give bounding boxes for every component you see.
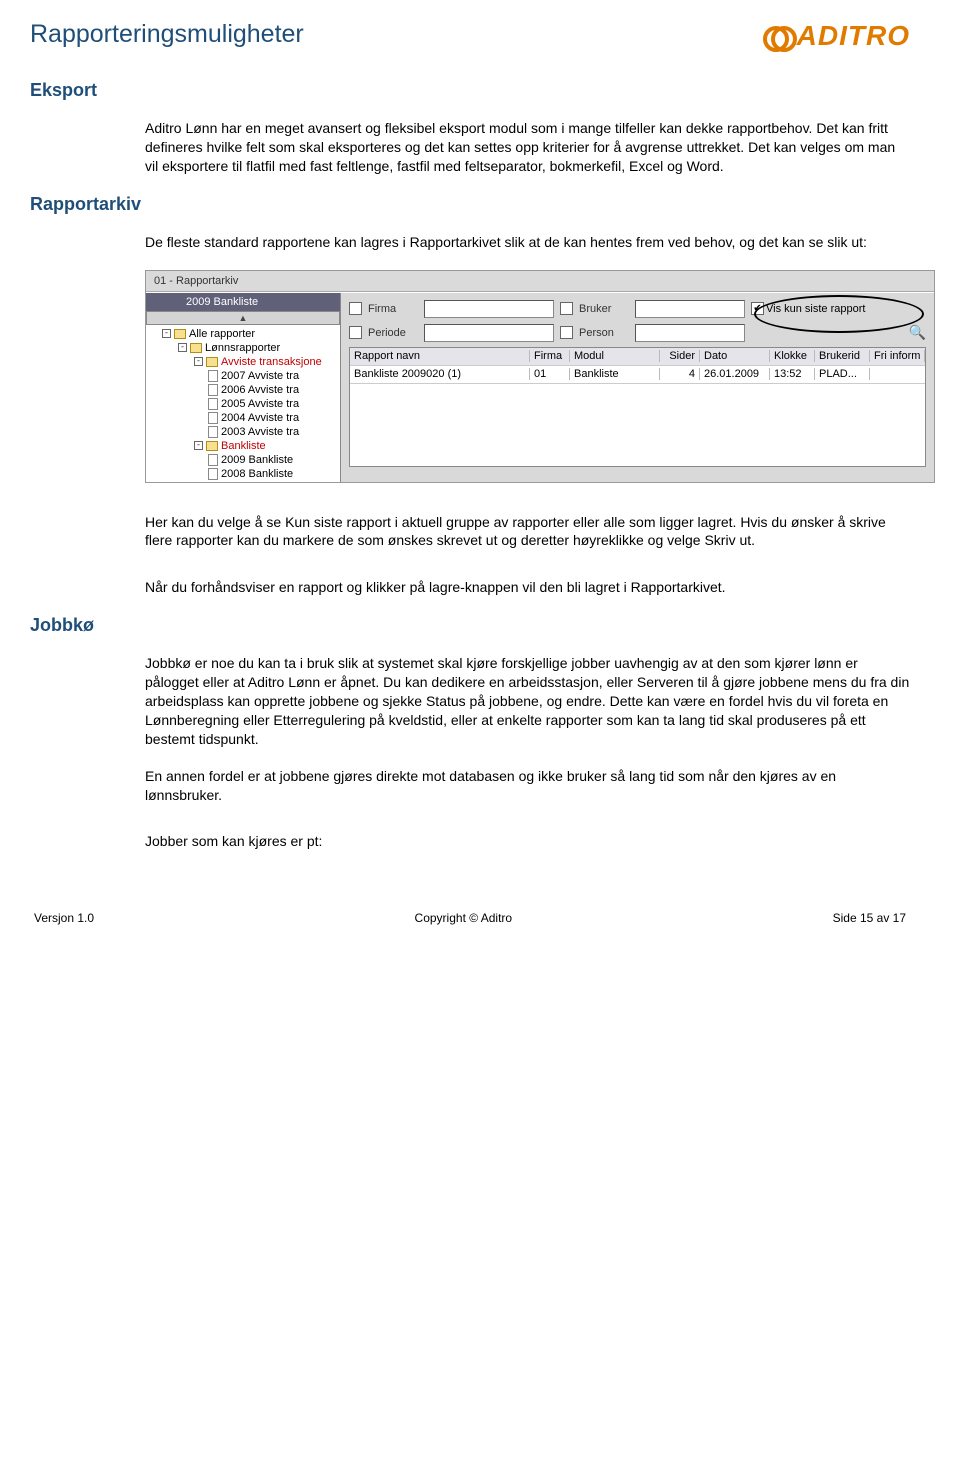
rapportarkiv-screenshot: 01 - Rapportarkiv 2009 Bankliste ▲ -Alle… [145,270,935,483]
heading-jobbko: Jobbkø [30,615,910,636]
document-icon [208,454,218,466]
heading-rapportarkiv: Rapportarkiv [30,194,910,215]
tree-node-label: 2005 Avviste tra [221,398,299,410]
tree-list: -Alle rapporter-Lønnsrapporter-Avviste t… [146,325,340,482]
periode-checkbox[interactable] [349,326,362,339]
col-klokke[interactable]: Klokke [770,350,815,362]
person-checkbox[interactable] [560,326,573,339]
logo-text: ADITRO [797,20,910,52]
bruker-input[interactable] [635,300,745,318]
document-icon [208,384,218,396]
cell-klokke: 13:52 [770,368,815,380]
folder-open-icon [174,329,186,339]
firma-label: Firma [368,303,418,315]
footer-copyright: Copyright © Aditro [415,911,513,925]
vis-kun-label: Vis kun siste rapport [766,303,865,315]
heading-eksport: Eksport [30,80,910,101]
jobbko-p2: En annen fordel er at jobbene gjøres dir… [145,767,910,805]
document-icon [208,398,218,410]
footer-page: Side 15 av 17 [833,911,906,925]
bruker-checkbox[interactable] [560,302,573,315]
search-icon[interactable]: 🔍 [909,324,926,341]
tree-node[interactable]: - Bankliste [150,439,340,453]
filter-row-1: Firma Bruker ✔ Vis kun siste rapport [349,299,926,319]
tree-node-label: 2004 Avviste tra [221,412,299,424]
rapportarkiv-after-1: Her kan du velge å se Kun siste rapport … [145,513,910,551]
tree-node[interactable]: - Lønnsrapporter [150,341,340,355]
rapportarkiv-intro: De fleste standard rapportene kan lagres… [145,233,910,252]
tree-node-label: Alle rapporter [189,328,255,340]
screenshot-body: 2009 Bankliste ▲ -Alle rapporter-Lønnsra… [146,292,934,482]
col-firma[interactable]: Firma [530,350,570,362]
tree-node[interactable]: 2003 Avviste tra [150,425,340,439]
document-icon [208,412,218,424]
jobbko-p3: Jobber som kan kjøres er pt: [145,832,910,851]
jobbko-p1: Jobbkø er noe du kan ta i bruk slik at s… [145,654,910,748]
tree-node[interactable]: 2009 Bankliste [150,453,340,467]
tree-node-label: Lønnsrapporter [205,342,280,354]
col-brukerid[interactable]: Brukerid [815,350,870,362]
cell-rapportnavn: Bankliste 2009020 (1) [350,368,530,380]
expand-toggle-icon[interactable]: - [162,329,171,338]
report-tree: 2009 Bankliste ▲ -Alle rapporter-Lønnsra… [146,293,341,482]
tree-node[interactable]: - Alle rapporter [150,327,340,341]
screenshot-titlebar: 01 - Rapportarkiv [146,271,934,292]
firma-input[interactable] [424,300,554,318]
tree-node-label: 2007 Avviste tra [221,370,299,382]
page-footer: Versjon 1.0 Copyright © Aditro Side 15 a… [30,911,910,925]
tree-node[interactable]: 2008 Bankliste [150,467,340,481]
aditro-logo: ADITRO [763,20,910,52]
logo-rings-icon [763,24,793,48]
tree-header: 2009 Bankliste [146,293,340,311]
expand-toggle-icon[interactable]: - [194,357,203,366]
tree-node-label: Avviste transaksjone [221,356,322,368]
vis-kun-checkbox[interactable]: ✔ [751,302,764,315]
tree-node-label: 2003 Avviste tra [221,426,299,438]
tree-node[interactable]: 2007 Avviste tra [150,369,340,383]
grid-row[interactable]: Bankliste 2009020 (1) 01 Bankliste 4 26.… [350,366,925,384]
document-icon [208,370,218,382]
cell-firma: 01 [530,368,570,380]
eksport-paragraph: Aditro Lønn har en meget avansert og fle… [145,119,910,176]
page-header: Rapporteringsmuligheter ADITRO [30,20,910,52]
filter-and-grid-pane: Firma Bruker ✔ Vis kun siste rapport Per… [341,293,934,482]
tree-node-label: 2009 Bankliste [221,454,293,466]
cell-bruker: PLAD... [815,368,870,380]
cell-sider: 4 [660,368,700,380]
person-label: Person [579,327,629,339]
bruker-label: Bruker [579,303,629,315]
cell-modul: Bankliste [570,368,660,380]
rapportarkiv-after-2: Når du forhåndsviser en rapport og klikk… [145,578,910,597]
tree-node-label: Bankliste [221,440,266,452]
col-rapportnavn[interactable]: Rapport navn [350,350,530,362]
tree-node[interactable]: 2006 Avviste tra [150,383,340,397]
folder-open-icon [190,343,202,353]
col-sider[interactable]: Sider [660,350,700,362]
report-grid: Rapport navn Firma Modul Sider Dato Klok… [349,347,926,467]
filter-row-2: Periode Person 🔍 [349,323,926,343]
tree-node[interactable]: 2005 Avviste tra [150,397,340,411]
tree-node-label: 2008 Bankliste [221,468,293,480]
document-icon [208,426,218,438]
document-icon [208,468,218,480]
folder-open-icon [206,357,218,367]
periode-label: Periode [368,327,418,339]
scroll-up-button[interactable]: ▲ [146,311,340,325]
col-modul[interactable]: Modul [570,350,660,362]
footer-version: Versjon 1.0 [34,911,94,925]
person-input[interactable] [635,324,745,342]
tree-node[interactable]: 2004 Avviste tra [150,411,340,425]
col-friinform[interactable]: Fri inform [870,350,925,362]
tree-node[interactable]: - Avviste transaksjone [150,355,340,369]
expand-toggle-icon[interactable]: - [178,343,187,352]
firma-checkbox[interactable] [349,302,362,315]
col-dato[interactable]: Dato [700,350,770,362]
cell-dato: 26.01.2009 [700,368,770,380]
grid-header: Rapport navn Firma Modul Sider Dato Klok… [350,348,925,366]
periode-input[interactable] [424,324,554,342]
tree-node-label: 2006 Avviste tra [221,384,299,396]
page-title: Rapporteringsmuligheter [30,20,304,49]
folder-open-icon [206,441,218,451]
expand-toggle-icon[interactable]: - [194,441,203,450]
